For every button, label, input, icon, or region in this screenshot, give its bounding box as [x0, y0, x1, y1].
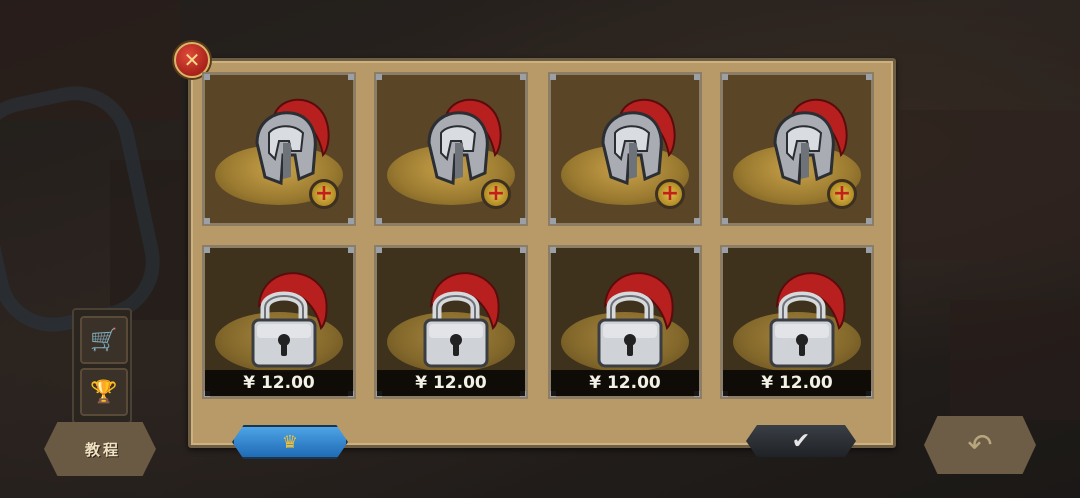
equipment-slot[interactable]: +	[374, 72, 528, 226]
locked-equipment-slot[interactable]: ¥ 12.00	[548, 245, 702, 399]
equipment-slot[interactable]: +	[720, 72, 874, 226]
slot-corner-rivet	[376, 247, 382, 253]
spartan-helmet-icon	[407, 93, 507, 193]
slot-corner-rivet	[694, 74, 700, 80]
slot-corner-rivet	[722, 218, 728, 224]
unlock-price: ¥ 12.00	[205, 370, 353, 396]
crown-icon: ♛	[281, 431, 299, 453]
slot-corner-rivet	[376, 74, 382, 80]
add-badge-icon[interactable]: +	[481, 179, 511, 209]
back-arrow-icon: ↶	[967, 427, 993, 463]
cart-icon: 🛒	[90, 327, 118, 353]
trophy-icon: 🏆	[90, 379, 118, 405]
close-icon: ✕	[183, 48, 201, 72]
slot-corner-rivet	[866, 74, 872, 80]
slot-corner-rivet	[204, 74, 210, 80]
slot-corner-rivet	[550, 74, 556, 80]
spartan-helmet-icon	[581, 93, 681, 193]
slot-corner-rivet	[694, 218, 700, 224]
unlock-price: ¥ 12.00	[377, 370, 525, 396]
achievements-button[interactable]: 🏆	[80, 368, 128, 416]
unlock-price: ¥ 12.00	[551, 370, 699, 396]
padlock-icon	[767, 284, 837, 368]
slot-corner-rivet	[722, 247, 728, 253]
slot-corner-rivet	[550, 218, 556, 224]
side-menu: 🛒 🏆	[72, 308, 132, 424]
add-badge-icon[interactable]: +	[827, 179, 857, 209]
slot-corner-rivet	[520, 247, 526, 253]
slot-corner-rivet	[348, 247, 354, 253]
slot-corner-rivet	[348, 74, 354, 80]
equipment-slot[interactable]: +	[202, 72, 356, 226]
slot-corner-rivet	[550, 247, 556, 253]
checkmark-icon: ✔	[791, 428, 811, 454]
locked-equipment-slot[interactable]: ¥ 12.00	[374, 245, 528, 399]
locked-equipment-slot[interactable]: ¥ 12.00	[720, 245, 874, 399]
spartan-helmet-icon	[235, 93, 335, 193]
slot-corner-rivet	[204, 218, 210, 224]
confirm-button[interactable]: ✔	[746, 425, 856, 457]
spartan-helmet-icon	[753, 93, 853, 193]
slot-corner-rivet	[520, 74, 526, 80]
padlock-icon	[421, 284, 491, 368]
tutorial-button[interactable]: 教程	[44, 422, 156, 476]
padlock-icon	[249, 284, 319, 368]
unlock-price: ¥ 12.00	[723, 370, 871, 396]
slot-corner-rivet	[376, 218, 382, 224]
slot-corner-rivet	[722, 74, 728, 80]
padlock-icon	[595, 284, 665, 368]
slot-corner-rivet	[866, 218, 872, 224]
add-badge-icon[interactable]: +	[655, 179, 685, 209]
slot-corner-rivet	[866, 247, 872, 253]
shop-button[interactable]: 🛒	[80, 316, 128, 364]
slot-corner-rivet	[348, 218, 354, 224]
vip-tab-button[interactable]: ♛	[232, 425, 348, 459]
locked-equipment-slot[interactable]: ¥ 12.00	[202, 245, 356, 399]
slot-corner-rivet	[520, 218, 526, 224]
equipment-slot[interactable]: +	[548, 72, 702, 226]
back-button[interactable]: ↶	[924, 416, 1036, 474]
slot-corner-rivet	[204, 247, 210, 253]
slot-corner-rivet	[694, 247, 700, 253]
add-badge-icon[interactable]: +	[309, 179, 339, 209]
tutorial-label: 教程	[84, 440, 121, 459]
